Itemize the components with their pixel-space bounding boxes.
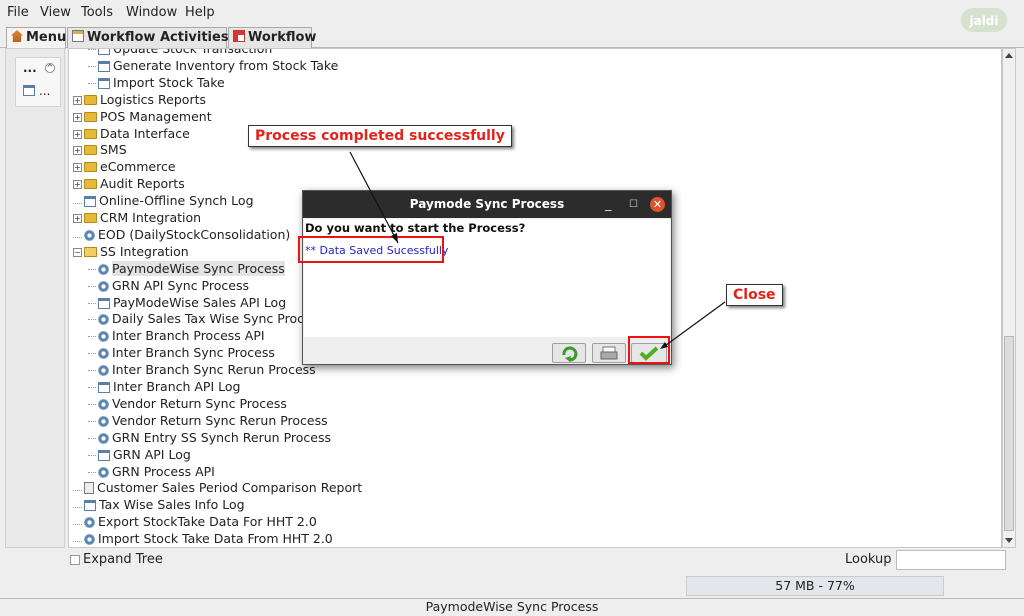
arrow-head-process bbox=[391, 233, 398, 243]
arrow-line-close bbox=[661, 301, 726, 349]
callout-process-completed: Process completed successfully bbox=[248, 125, 512, 147]
arrow-line-process bbox=[349, 151, 399, 244]
annotation-arrows bbox=[349, 151, 726, 349]
arrow-head-close bbox=[660, 342, 668, 349]
callout-close: Close bbox=[726, 284, 783, 306]
